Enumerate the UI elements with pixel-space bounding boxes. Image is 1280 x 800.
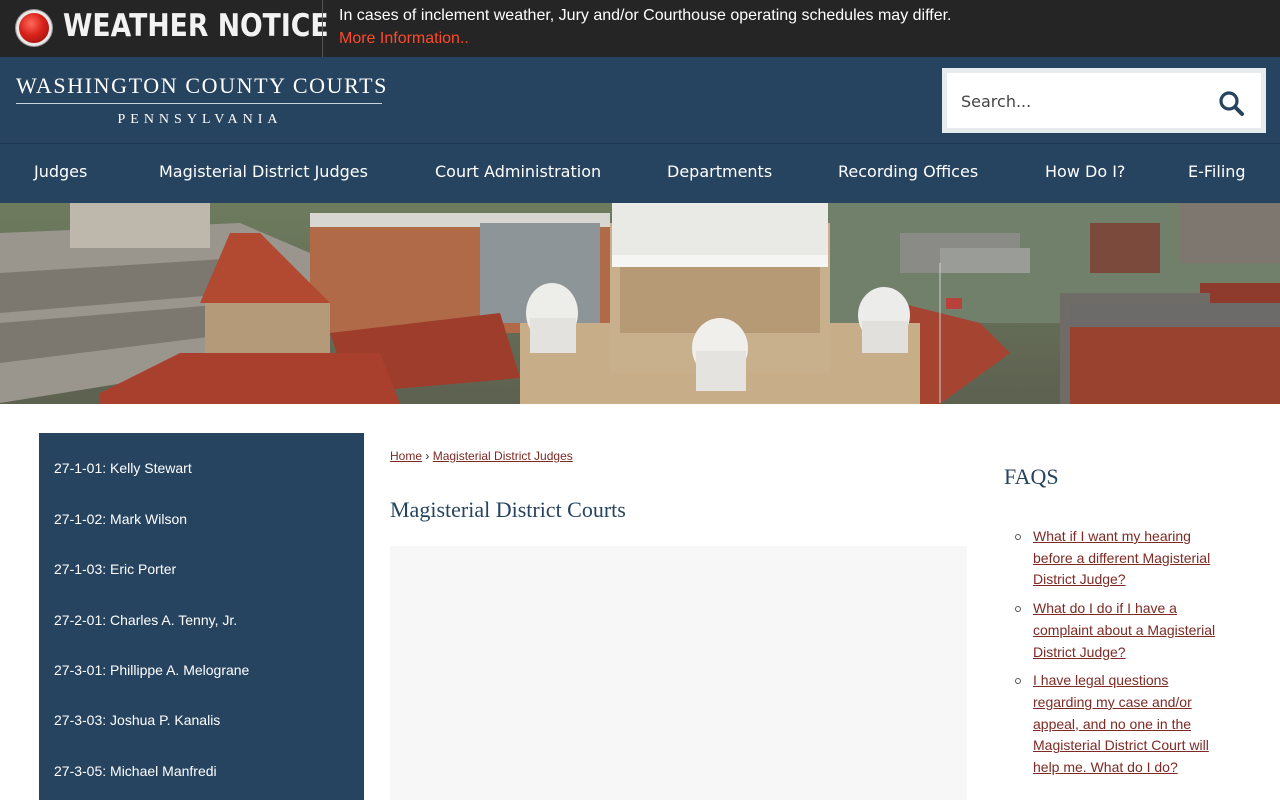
sidebar-nav: 27-1-01: Kelly Stewart 27-1-02: Mark Wil… [39, 433, 364, 800]
nav-departments[interactable]: Departments [667, 162, 772, 181]
nav-recording-offices[interactable]: Recording Offices [838, 162, 978, 181]
breadcrumb: Home › Magisterial District Judges [390, 449, 573, 463]
nav-e-filing[interactable]: E-Filing [1188, 162, 1246, 181]
notice-more-info-link[interactable]: More Information.. [339, 30, 469, 48]
sidebar-item-27-3-05[interactable]: 27-3-05: Michael Manfredi [54, 763, 217, 779]
breadcrumb-separator: › [425, 449, 430, 463]
page-title: Magisterial District Courts [390, 497, 626, 522]
logo-divider [16, 103, 382, 104]
faq-link-different-judge[interactable]: What if I want my hearing before a diffe… [1033, 528, 1210, 587]
notice-title: WEATHER NOTICE [63, 8, 329, 44]
logo-subtitle: PENNSYLVANIA [117, 112, 283, 127]
logo-title: WASHINGTON COUNTY COURTS [16, 73, 388, 98]
faq-link-legal-questions[interactable]: I have legal questions regarding my case… [1033, 672, 1209, 775]
breadcrumb-current-link[interactable]: Magisterial District Judges [433, 449, 573, 463]
nav-magisterial-district-judges[interactable]: Magisterial District Judges [159, 162, 368, 181]
alert-icon [16, 10, 52, 46]
nav-court-administration[interactable]: Court Administration [435, 162, 601, 181]
faqs-heading: FAQS [1004, 464, 1059, 489]
notice-message: In cases of inclement weather, Jury and/… [339, 7, 952, 24]
bullet-icon [1015, 606, 1021, 613]
search-input[interactable] [961, 89, 1191, 113]
sidebar-item-27-3-01[interactable]: 27-3-01: Phillippe A. Melograne [54, 662, 249, 678]
search-box [942, 68, 1266, 133]
weather-notice-bar: WEATHER NOTICE In cases of inclement wea… [0, 0, 1280, 57]
sidebar-item-27-3-03[interactable]: 27-3-03: Joshua P. Kanalis [54, 712, 220, 728]
faq-item: I have legal questions regarding my case… [1015, 670, 1225, 779]
site-header: WASHINGTON COUNTY COURTS PENNSYLVANIA [0, 57, 1280, 143]
search-button[interactable] [1217, 89, 1247, 119]
sidebar-item-27-1-01[interactable]: 27-1-01: Kelly Stewart [54, 460, 192, 476]
bullet-icon [1015, 534, 1021, 540]
faq-link-complaint[interactable]: What do I do if I have a complaint about… [1033, 600, 1215, 659]
nav-how-do-i[interactable]: How Do I? [1045, 162, 1125, 181]
sidebar-item-27-1-03[interactable]: 27-1-03: Eric Porter [54, 561, 176, 577]
bullet-icon [1015, 678, 1021, 685]
content-area [390, 546, 967, 800]
sidebar-item-27-1-02[interactable]: 27-1-02: Mark Wilson [54, 511, 187, 527]
faq-list: What if I want my hearing before a diffe… [1015, 526, 1225, 786]
site-logo[interactable]: WASHINGTON COUNTY COURTS PENNSYLVANIA [16, 73, 388, 128]
breadcrumb-home-link[interactable]: Home [390, 449, 422, 463]
sidebar-item-27-2-01[interactable]: 27-2-01: Charles A. Tenny, Jr. [54, 612, 237, 628]
faq-item: What do I do if I have a complaint about… [1015, 598, 1225, 663]
hero-banner-image [0, 203, 1280, 404]
search-icon [1219, 91, 1244, 116]
nav-judges[interactable]: Judges [34, 162, 87, 181]
notice-divider [322, 0, 323, 57]
main-navigation: Judges Magisterial District Judges Court… [0, 143, 1280, 203]
faq-item: What if I want my hearing before a diffe… [1015, 526, 1225, 591]
